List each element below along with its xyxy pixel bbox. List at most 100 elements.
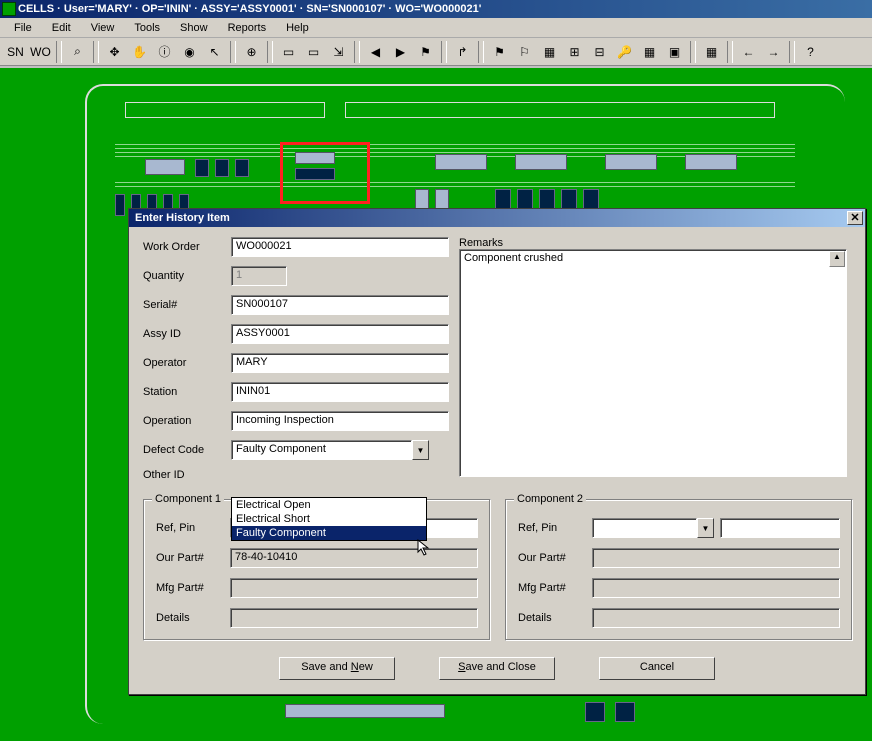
toolbar-button-16[interactable]: ⚑ [488, 40, 511, 63]
c2-ref-value[interactable] [592, 518, 697, 538]
component2-title: Component 2 [514, 493, 586, 505]
toolbar-button-17[interactable]: ⚐ [513, 40, 536, 63]
label-operator: Operator [143, 357, 231, 369]
toolbar-separator [727, 41, 733, 63]
menu-view[interactable]: View [81, 20, 125, 36]
label-mfg-part: Mfg Part# [518, 582, 592, 594]
dropdown-option[interactable]: Electrical Open [232, 498, 426, 512]
label-serial: Serial# [143, 299, 231, 311]
toolbar-button-5[interactable]: ⓘ [153, 40, 176, 63]
toolbar-button-27[interactable]: ? [799, 40, 822, 63]
pcb-trace [115, 144, 795, 145]
toolbar-separator [789, 41, 795, 63]
toolbar-button-7[interactable]: ↖ [203, 40, 226, 63]
pcb-chip[interactable] [145, 159, 185, 175]
menu-tools[interactable]: Tools [124, 20, 170, 36]
pcb-chip[interactable] [285, 704, 445, 718]
label-assy: Assy ID [143, 328, 231, 340]
label-mfg-part: Mfg Part# [156, 582, 230, 594]
save-and-close-button[interactable]: Save and Close [439, 657, 555, 680]
c2-pin-field[interactable] [720, 518, 840, 538]
menu-reports[interactable]: Reports [218, 20, 277, 36]
pcb-connector [125, 102, 325, 118]
toolbar-button-18[interactable]: ▦ [538, 40, 561, 63]
c2-ref-combo[interactable]: ▼ [592, 518, 714, 538]
toolbar-button-9[interactable]: ▭ [277, 40, 300, 63]
toolbar-button-0[interactable]: SN [4, 40, 27, 63]
toolbar-separator [478, 41, 484, 63]
c2-mfg-part [592, 578, 840, 598]
cancel-button[interactable]: Cancel [599, 657, 715, 680]
toolbar-button-25[interactable]: ← [737, 40, 760, 63]
pcb-chip[interactable] [615, 702, 635, 722]
toolbar-button-3[interactable]: ✥ [103, 40, 126, 63]
label-station: Station [143, 386, 231, 398]
c2-our-part [592, 548, 840, 568]
toolbar-button-23[interactable]: ▣ [663, 40, 686, 63]
pcb-chip[interactable] [115, 194, 125, 216]
toolbar-button-8[interactable]: ⊕ [240, 40, 263, 63]
dropdown-option[interactable]: Electrical Short [232, 512, 426, 526]
save-and-new-button[interactable]: Save and New [279, 657, 395, 680]
pcb-connector [345, 102, 775, 118]
pcb-chip[interactable] [195, 159, 209, 177]
pcb-chip[interactable] [235, 159, 249, 177]
close-icon[interactable]: ✕ [847, 211, 863, 225]
defect-dropdown-list[interactable]: Electrical OpenElectrical ShortFaulty Co… [231, 497, 427, 541]
pcb-chip[interactable] [435, 154, 487, 170]
toolbar-separator [690, 41, 696, 63]
chevron-down-icon[interactable]: ▼ [412, 440, 429, 460]
toolbar-button-14[interactable]: ⚑ [414, 40, 437, 63]
operation-field[interactable]: Incoming Inspection [231, 411, 449, 431]
pcb-trace [115, 152, 795, 153]
selection-rect [280, 142, 370, 204]
toolbar-button-12[interactable]: ◀ [364, 40, 387, 63]
defect-combo[interactable]: Faulty Component ▼ [231, 440, 429, 460]
pcb-chip[interactable] [515, 154, 567, 170]
toolbar-button-1[interactable]: WO [29, 40, 52, 63]
operator-field[interactable]: MARY [231, 353, 449, 373]
toolbar-button-26[interactable]: → [762, 40, 785, 63]
menu-file[interactable]: File [4, 20, 42, 36]
toolbar-button-11[interactable]: ⇲ [327, 40, 350, 63]
pcb-chip[interactable] [685, 154, 737, 170]
dialog-title: Enter History Item [135, 212, 230, 224]
toolbar-button-19[interactable]: ⊞ [563, 40, 586, 63]
remarks-textarea[interactable]: Component crushed ▲ [459, 249, 847, 477]
menu-edit[interactable]: Edit [42, 20, 81, 36]
serial-field[interactable]: SN000107 [231, 295, 449, 315]
pcb-chip[interactable] [215, 159, 229, 177]
c1-details [230, 608, 478, 628]
dropdown-option[interactable]: Faulty Component [232, 526, 426, 540]
toolbar-button-2[interactable]: ⌕ [66, 40, 89, 63]
station-field[interactable]: ININ01 [231, 382, 449, 402]
toolbar-button-13[interactable]: ▶ [389, 40, 412, 63]
menu-show[interactable]: Show [170, 20, 218, 36]
chevron-down-icon[interactable]: ▼ [697, 518, 714, 538]
toolbar-button-20[interactable]: ⊟ [588, 40, 611, 63]
pcb-chip[interactable] [605, 154, 657, 170]
toolbar-button-15[interactable]: ↱ [451, 40, 474, 63]
quantity-field: 1 [231, 266, 287, 286]
pcb-trace [115, 182, 795, 183]
c2-details [592, 608, 840, 628]
label-work-order: Work Order [143, 241, 231, 253]
component2-group: Component 2 Ref, Pin ▼ Our Part# Mfg Par… [505, 499, 853, 641]
work-order-field[interactable]: WO000021 [231, 237, 449, 257]
label-remarks: Remarks [459, 237, 847, 249]
toolbar-button-6[interactable]: ◉ [178, 40, 201, 63]
toolbar-button-22[interactable]: ▦ [638, 40, 661, 63]
label-details: Details [518, 612, 592, 624]
assy-field[interactable]: ASSY0001 [231, 324, 449, 344]
defect-value[interactable]: Faulty Component [231, 440, 412, 460]
toolbar-button-10[interactable]: ▭ [302, 40, 325, 63]
dialog-titlebar[interactable]: Enter History Item ✕ [129, 209, 865, 227]
toolbar-button-21[interactable]: 🔑 [613, 40, 636, 63]
toolbar-button-24[interactable]: ▦ [700, 40, 723, 63]
toolbar-separator [56, 41, 62, 63]
scroll-up-icon[interactable]: ▲ [829, 251, 845, 267]
pcb-trace [115, 148, 795, 149]
pcb-chip[interactable] [585, 702, 605, 722]
toolbar-button-4[interactable]: ✋ [128, 40, 151, 63]
menu-help[interactable]: Help [276, 20, 319, 36]
